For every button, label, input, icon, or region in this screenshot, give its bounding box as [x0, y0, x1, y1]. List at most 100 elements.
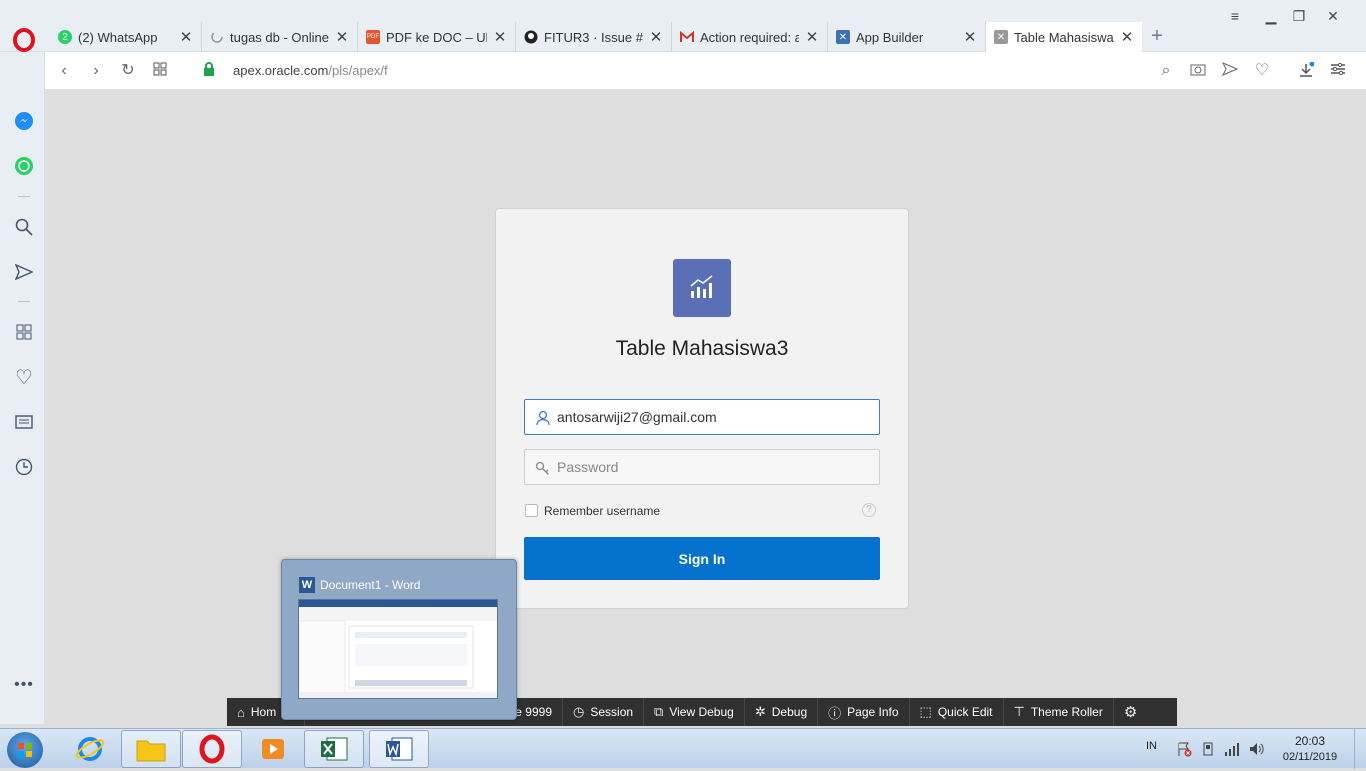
home-icon: ⌂	[237, 704, 245, 720]
tab-title: Action required: acc	[700, 29, 799, 45]
url-path: /pls/apex/f	[328, 63, 388, 78]
signal-strength-icon[interactable]	[1224, 741, 1240, 757]
tab-pdf-ke-doc[interactable]: PDF PDF ke DOC – Ubah ✕	[358, 22, 516, 52]
close-tab-icon[interactable]: ✕	[179, 28, 193, 46]
gmail-icon	[680, 30, 694, 44]
start-button[interactable]	[7, 732, 43, 768]
user-icon	[536, 410, 550, 426]
password-input[interactable]	[557, 450, 873, 484]
back-icon[interactable]: ‹	[55, 62, 73, 80]
file-explorer-icon[interactable]	[121, 730, 181, 768]
whatsapp-icon[interactable]	[13, 155, 35, 177]
usb-device-icon[interactable]	[1200, 741, 1216, 757]
close-window-button[interactable]: ✕	[1318, 6, 1348, 26]
devbar-session-label: Session	[590, 705, 634, 719]
volume-icon[interactable]	[1248, 741, 1266, 757]
devbar-session[interactable]: ◷ Session	[563, 698, 645, 726]
tab-title: (2) WhatsApp	[78, 29, 158, 45]
sidebar-separator	[18, 196, 30, 197]
github-icon	[524, 30, 538, 44]
internet-explorer-icon[interactable]	[60, 730, 120, 768]
tab-table-mahasiswa3[interactable]: ✕ Table Mahasiswa3 ✕	[986, 22, 1142, 52]
minimize-button[interactable]: ▁	[1256, 6, 1286, 26]
tab-whatsapp[interactable]: 2 (2) WhatsApp ✕	[50, 22, 202, 52]
close-tab-icon[interactable]: ✕	[493, 28, 507, 46]
close-tab-icon[interactable]: ✕	[805, 28, 819, 46]
word-icon[interactable]	[369, 730, 429, 768]
password-field[interactable]	[524, 449, 880, 485]
tab-title: Table Mahasiswa3	[1014, 29, 1114, 45]
search-icon[interactable]	[13, 216, 35, 238]
speed-dial-icon[interactable]	[151, 62, 169, 80]
sidebar-separator	[18, 301, 30, 302]
search-icon[interactable]: ⌕	[1157, 62, 1175, 80]
tab-fitur3-issue[interactable]: FITUR3 · Issue #8 · a ✕	[516, 22, 672, 52]
opera-logo-icon[interactable]	[10, 26, 38, 54]
new-tab-button[interactable]: +	[1146, 26, 1168, 48]
bug-icon: ✲	[754, 704, 766, 719]
easy-setup-icon[interactable]	[1329, 62, 1347, 80]
excel-icon[interactable]	[304, 730, 364, 768]
close-tab-icon[interactable]: ✕	[649, 28, 663, 46]
tab-gmail[interactable]: Action required: acc ✕	[672, 22, 828, 52]
clock-date[interactable]: 02/11/2019	[1275, 751, 1345, 763]
clock-time[interactable]: 20:03	[1280, 734, 1340, 748]
remember-username-checkbox[interactable]	[525, 504, 538, 517]
news-icon[interactable]	[13, 411, 35, 433]
show-desktop-button[interactable]	[1354, 729, 1366, 769]
send-flow-icon[interactable]	[13, 261, 35, 283]
devbar-page-info[interactable]: ⓘ Page Info	[818, 698, 910, 726]
history-clock-icon[interactable]	[13, 456, 35, 478]
preview-title: Document1 - Word	[320, 578, 421, 592]
tab-strip: 2 (2) WhatsApp ✕ tugas db - Online L ✕ P…	[0, 0, 1366, 52]
word-icon: W	[299, 577, 315, 593]
username-input[interactable]	[557, 400, 873, 434]
url-field[interactable]: apex.oracle.com/pls/apex/f	[233, 63, 388, 78]
devbar-page-info-label: Page Info	[847, 705, 899, 719]
app-logo-icon	[673, 259, 731, 317]
devbar-quick-edit[interactable]: ⬚ Quick Edit	[910, 698, 1004, 726]
secure-lock-icon[interactable]	[200, 62, 218, 80]
snapshot-camera-icon[interactable]	[1189, 62, 1207, 80]
devbar-theme-roller[interactable]: ⊤ Theme Roller	[1004, 698, 1114, 726]
help-icon[interactable]: ?	[862, 503, 876, 517]
download-icon[interactable]	[1297, 61, 1315, 80]
devbar-debug-label: Debug	[771, 705, 808, 719]
heart-icon[interactable]: ♡	[1253, 62, 1271, 80]
close-tab-icon[interactable]: ✕	[1120, 28, 1134, 46]
restore-button[interactable]: ❐	[1284, 6, 1314, 26]
remember-username-label[interactable]: Remember username	[544, 504, 660, 518]
apex-icon: ✕	[836, 30, 850, 44]
username-field[interactable]	[524, 399, 880, 435]
messenger-icon[interactable]	[13, 110, 35, 132]
preview-thumbnail[interactable]	[298, 599, 498, 699]
sign-in-button[interactable]: Sign In	[524, 537, 880, 580]
reload-icon[interactable]: ↻	[119, 62, 137, 80]
send-icon[interactable]	[1221, 62, 1239, 80]
tab-tugas-db[interactable]: tugas db - Online L ✕	[202, 22, 358, 52]
view-debug-icon: ⧉	[654, 704, 664, 719]
pdf-doc-icon: PDF	[366, 30, 380, 44]
more-options-icon[interactable]: •••	[13, 674, 35, 696]
paint-roller-icon: ⊤	[1013, 704, 1025, 719]
bookmarks-heart-icon[interactable]: ♡	[13, 366, 35, 389]
tab-menu-icon[interactable]: ≡	[1220, 6, 1250, 26]
forward-icon[interactable]: ›	[87, 62, 105, 80]
tab-title: FITUR3 · Issue #8 · a	[544, 29, 643, 45]
close-tab-icon[interactable]: ✕	[963, 28, 977, 46]
address-bar: ‹ › ↻ apex.oracle.com/pls/apex/f ⌕ ♡	[45, 52, 1366, 90]
devbar-settings[interactable]: ⚙	[1114, 698, 1147, 726]
close-tab-icon[interactable]: ✕	[335, 28, 349, 46]
devbar-view-debug[interactable]: ⧉ View Debug	[644, 698, 745, 726]
devbar-application-label: e 9999	[515, 705, 552, 719]
opera-taskbar-icon[interactable]	[182, 730, 242, 768]
network-error-flag-icon[interactable]	[1176, 741, 1192, 757]
media-player-icon[interactable]	[243, 730, 303, 768]
tab-app-builder[interactable]: ✕ App Builder ✕	[828, 22, 986, 52]
devbar-theme-roller-label: Theme Roller	[1030, 705, 1103, 719]
speed-dial-icon[interactable]	[13, 321, 35, 343]
language-indicator[interactable]: IN	[1146, 740, 1157, 752]
devbar-debug[interactable]: ✲ Debug	[745, 698, 819, 726]
clock-icon: ◷	[573, 704, 585, 719]
taskbar-thumbnail-preview[interactable]: W Document1 - Word	[281, 559, 517, 720]
